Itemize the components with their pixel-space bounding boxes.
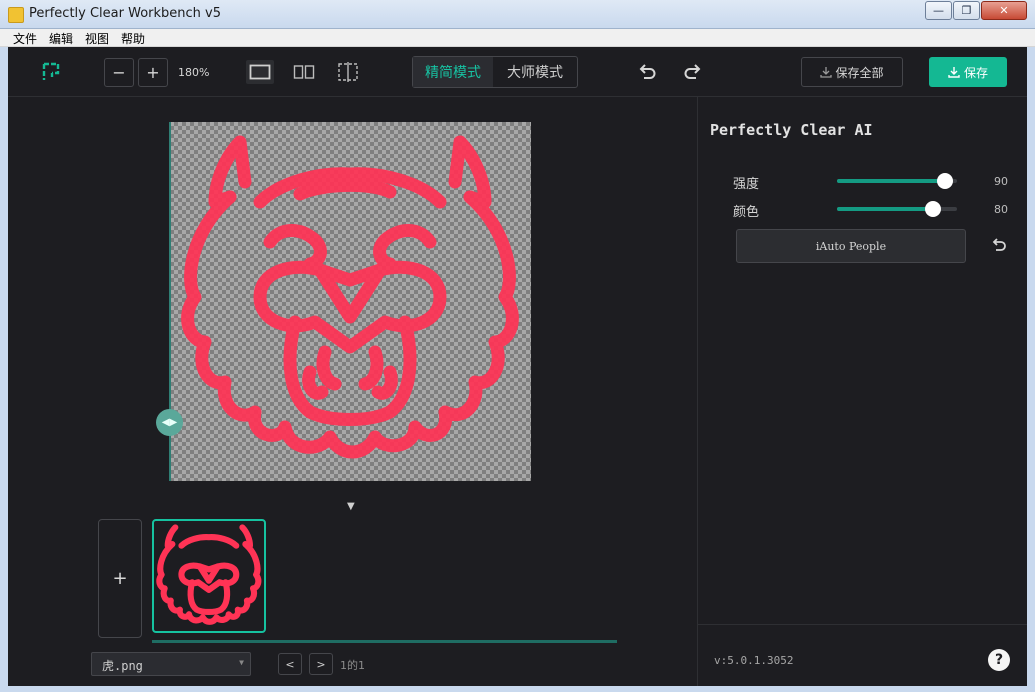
compare-handle[interactable]: ◀▶ xyxy=(156,409,183,436)
file-select[interactable]: 虎.png ▼ xyxy=(91,652,251,676)
collapse-filmstrip-icon[interactable]: ▼ xyxy=(347,501,355,512)
split-view-icon[interactable] xyxy=(290,60,318,84)
left-right-arrows-icon: ◀▶ xyxy=(161,417,178,428)
zoom-in-button[interactable]: + xyxy=(138,58,168,87)
tab-simple-mode[interactable]: 精简模式 xyxy=(413,57,493,87)
slider-label-strength: 强度 xyxy=(733,177,760,192)
image-preview xyxy=(170,122,531,481)
save-all-label: 保存全部 xyxy=(835,65,884,80)
window-frame-right xyxy=(1027,47,1035,692)
menu-file[interactable]: 文件 xyxy=(13,30,37,47)
single-view-icon[interactable] xyxy=(246,60,274,84)
help-button[interactable]: ? xyxy=(988,649,1010,671)
slider-label-color: 颜色 xyxy=(733,205,760,220)
menu-bar xyxy=(0,29,1035,47)
slider-fill-strength xyxy=(837,179,945,183)
page-indicator: 1的1 xyxy=(340,659,365,672)
file-select-value: 虎.png xyxy=(102,659,143,673)
tab-master-mode[interactable]: 大师模式 xyxy=(493,57,577,87)
slider-value-strength: 90 xyxy=(994,175,1008,188)
menu-help[interactable]: 帮助 xyxy=(121,30,145,47)
image-thumbnail[interactable] xyxy=(152,519,266,633)
menu-view[interactable]: 视图 xyxy=(85,30,109,47)
crop-view-icon[interactable] xyxy=(334,59,362,85)
app-logo-icon xyxy=(40,60,64,84)
save-button[interactable]: 保存 xyxy=(929,57,1007,87)
close-button[interactable]: ✕ xyxy=(981,1,1027,20)
zoom-level: 180% xyxy=(178,66,210,79)
app-icon xyxy=(8,7,24,23)
window-frame-left xyxy=(0,47,8,692)
panel-divider xyxy=(698,624,1027,625)
thumbnail-artwork xyxy=(156,524,262,625)
window-title: Perfectly Clear Workbench v5 xyxy=(29,6,221,21)
add-image-button[interactable]: + xyxy=(98,519,142,638)
restore-button[interactable]: ❐ xyxy=(953,1,980,20)
prev-page-button[interactable]: < xyxy=(278,653,302,675)
version-label: v:5.0.1.3052 xyxy=(714,654,794,667)
undo-icon[interactable] xyxy=(636,60,658,84)
reset-icon[interactable] xyxy=(990,236,1008,254)
menu-edit[interactable]: 编辑 xyxy=(49,30,73,47)
minimize-button[interactable]: — xyxy=(925,1,952,20)
slider-value-color: 80 xyxy=(994,203,1008,216)
zoom-out-button[interactable]: − xyxy=(104,58,134,87)
panel-title: Perfectly Clear AI xyxy=(710,121,873,139)
slider-thumb-strength[interactable] xyxy=(937,173,953,189)
auto-people-button[interactable]: iAuto People xyxy=(736,229,966,263)
next-page-button[interactable]: > xyxy=(309,653,333,675)
download-icon xyxy=(948,66,960,78)
download-icon xyxy=(820,66,833,78)
slider-fill-color xyxy=(837,207,933,211)
filmstrip-scrollbar[interactable] xyxy=(152,640,617,643)
redo-icon[interactable] xyxy=(682,60,704,84)
window-frame-bottom xyxy=(0,686,1035,692)
tiger-artwork xyxy=(181,135,519,459)
save-all-button[interactable]: 保存全部 xyxy=(801,57,903,87)
save-label: 保存 xyxy=(963,65,988,80)
chevron-down-icon: ▼ xyxy=(239,658,244,667)
slider-thumb-color[interactable] xyxy=(925,201,941,217)
